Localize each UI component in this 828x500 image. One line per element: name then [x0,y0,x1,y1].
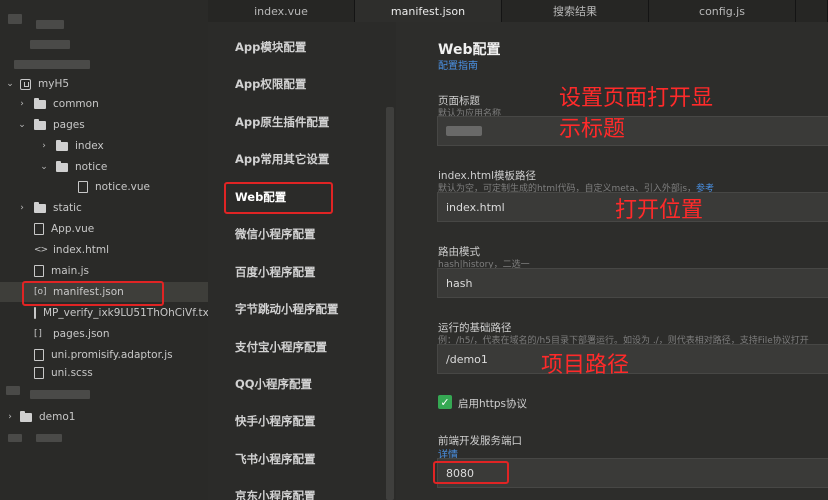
nav-alipay-mp[interactable]: 支付宝小程序配置 [235,339,327,355]
tree-item-pages-json[interactable]: [ ] pages.json [0,324,208,344]
brackets-icon: [ ] [34,329,42,339]
file-icon [34,307,36,319]
tree-item-index-html[interactable]: <> index.html [0,240,208,260]
tab-search-results[interactable]: 搜索结果 [502,0,649,22]
tree-item-notice-vue[interactable]: notice.vue [0,177,208,197]
folder-icon [34,118,46,130]
tree-item-mp-verify-txt[interactable]: MP_verify_ixk9LU51ThOhCiVf.txt [0,303,208,323]
nav-app-modules[interactable]: App模块配置 [235,39,306,55]
tab-config-js[interactable]: config.js [649,0,796,22]
nav-qq-mp[interactable]: QQ小程序配置 [235,376,312,392]
chevron-right-icon: › [42,141,46,151]
tree-project-myh5[interactable]: ⌄ myH5 [0,74,208,94]
folder-icon [34,201,46,213]
chevron-right-icon: › [20,203,24,213]
tree-item-common[interactable]: › common [0,94,208,114]
nav-bytedance-mp[interactable]: 字节跳动小程序配置 [235,301,339,317]
chevron-right-icon: › [8,412,12,422]
tree-item-promisify-js[interactable]: uni.promisify.adaptor.js [0,345,208,365]
https-checkbox-label: 启用https协议 [458,398,528,410]
file-icon [34,349,44,361]
editor-tabs: index.vue manifest.json 搜索结果 config.js [208,0,828,22]
tree-item-app-vue[interactable]: App.vue [0,219,208,239]
tree-project-demo1[interactable]: › demo1 [0,407,208,427]
tree-item-static[interactable]: › static [0,198,208,218]
tab-overflow [796,0,828,22]
nav-jd-mp[interactable]: 京东小程序配置 [235,488,316,500]
tree-item-main-js[interactable]: main.js [0,261,208,281]
chevron-down-icon: ⌄ [6,79,14,89]
nav-feishu-mp[interactable]: 飞书小程序配置 [235,451,316,467]
tree-item-index-folder[interactable]: › index [0,136,208,156]
tree-item-notice-folder[interactable]: ⌄ notice [0,157,208,177]
nav-app-permissions[interactable]: App权限配置 [235,76,306,92]
blurred-text [36,434,62,442]
chevron-right-icon: › [20,99,24,109]
blurred-value [446,126,482,136]
page-title-input[interactable] [437,116,828,146]
blurred-text [30,40,70,49]
config-guide-link[interactable]: 配置指南 [438,57,478,72]
folder-icon [20,410,32,422]
tree-item-uni-scss[interactable]: uni.scss [0,366,208,380]
dev-server-port-input[interactable]: 8080 [437,458,828,488]
blurred-text [36,20,64,29]
annotation-template: 打开位置 [615,198,704,223]
annotation-title-line1: 设置页面打开显 [559,86,714,111]
nav-app-other-settings[interactable]: App常用其它设置 [235,151,329,167]
nav-web-config[interactable]: Web配置 [235,189,286,205]
chevron-down-icon: ⌄ [18,120,26,130]
code-icon: <> [34,245,48,255]
base-path-input[interactable]: /demo1 [437,344,828,374]
nav-kuaishou-mp[interactable]: 快手小程序配置 [235,413,316,429]
blurred-text [8,434,22,442]
folder-icon [56,139,68,151]
json-file-icon: [o] [34,287,47,297]
annotation-title-line2: 示标题 [559,117,626,142]
file-icon [78,181,88,193]
file-icon [34,367,44,379]
file-icon [34,223,44,235]
blurred-text [14,60,90,69]
blurred-text [30,390,90,399]
blurred-text [6,386,20,395]
blurred-text [8,14,22,24]
nav-weixin-mp[interactable]: 微信小程序配置 [235,226,316,242]
manifest-settings-nav: App模块配置 App权限配置 App原生插件配置 App常用其它设置 Web配… [208,22,396,500]
scrollbar[interactable] [386,107,394,500]
folder-icon [34,97,46,109]
nav-baidu-mp[interactable]: 百度小程序配置 [235,264,316,280]
web-config-panel: Web配置 配置指南 页面标题 默认为应用名称 设置页面打开显 示标题 inde… [396,22,828,500]
chevron-down-icon: ⌄ [40,162,48,172]
project-explorer: ⌄ myH5 › common ⌄ pages › index ⌄ notice… [0,0,208,500]
page-title: Web配置 [438,42,501,58]
tab-manifest-json[interactable]: manifest.json [355,0,502,22]
nav-app-native-plugins[interactable]: App原生插件配置 [235,114,329,130]
tree-item-pages[interactable]: ⌄ pages [0,115,208,135]
tree-item-manifest-json[interactable]: [o] manifest.json [0,282,208,302]
router-mode-input[interactable]: hash [437,268,828,298]
file-icon [34,265,44,277]
tab-index-vue[interactable]: index.vue [208,0,355,22]
project-icon [20,78,31,90]
annotation-base-path: 项目路径 [541,353,630,378]
folder-icon [56,160,68,172]
https-checkbox[interactable]: ✓ [438,395,452,409]
